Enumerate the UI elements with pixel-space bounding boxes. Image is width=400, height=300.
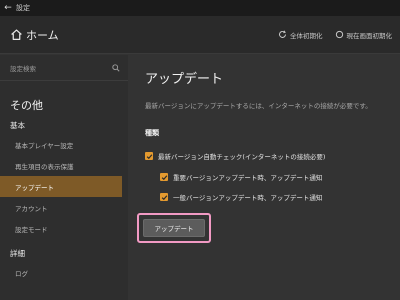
main-panel: アップデート 最新バージョンにアップデートするには、インターネットの接続が必要で… [128,55,400,300]
section-advanced: 詳細 [10,249,25,258]
option-important-update-label: 重要バージョンアップデート時、アップデート通知 [173,174,323,182]
option-general-update-label: 一般バージョンアップデート時、アップデート通知 [173,194,323,202]
page-title: アップデート [145,72,224,87]
option-auto-check[interactable]: 最新バージョン自動チェック(インターネットの接続必要) [145,151,325,161]
home-label: ホーム [26,28,59,42]
header: ホーム 全体初期化 現在画面初期化 [0,16,400,54]
sidebar-item-account[interactable]: アカウント [0,197,128,218]
reset-screen-label: 現在画面初期化 [346,31,393,40]
sidebar-item-basic-player[interactable]: 基本プレイヤー設定 [0,134,128,155]
window-title: 設定 [16,4,30,12]
sidebar: 設定検索 その他 基本 基本プレイヤー設定 再生項目の表示保護 アップデート ア… [0,55,128,300]
checkmark-icon [146,153,152,159]
sidebar-title: その他 [10,99,43,112]
title-bar: ← 設定 [0,0,400,16]
option-general-update[interactable]: 一般バージョンアップデート時、アップデート通知 [160,192,322,202]
checkbox-important-update[interactable] [160,173,168,181]
search-placeholder: 設定検索 [10,64,36,73]
sidebar-item-log[interactable]: ログ [0,262,128,283]
refresh-icon [279,30,286,38]
checkbox-auto-check[interactable] [145,152,153,160]
header-actions: 全体初期化 現在画面初期化 [266,30,392,40]
checkmark-icon [161,174,167,180]
sidebar-item-playback-protection[interactable]: 再生項目の表示保護 [0,155,128,176]
search-icon[interactable] [112,63,120,72]
sidebar-item-settings-mode[interactable]: 設定モード [0,218,128,239]
settings-search[interactable]: 設定検索 [0,55,128,81]
home-icon [11,29,22,40]
update-button[interactable]: アップデート [143,219,205,237]
update-description: 最新バージョンにアップデートするには、インターネットの接続が必要です。 [145,102,372,110]
circle-reset-icon [335,30,343,39]
reset-all-button[interactable]: 全体初期化 [278,30,323,40]
reset-all-label: 全体初期化 [290,31,323,40]
section-basic: 基本 [10,121,25,130]
sidebar-item-update[interactable]: アップデート [0,176,122,197]
section-kind-label: 種類 [145,129,159,137]
checkmark-icon [161,194,167,200]
update-button-highlight: アップデート [137,213,211,243]
back-arrow-icon[interactable]: ← [0,3,16,13]
checkbox-general-update[interactable] [160,193,168,201]
home-link[interactable]: ホーム [10,27,59,43]
option-important-update[interactable]: 重要バージョンアップデート時、アップデート通知 [160,172,322,182]
option-auto-check-label: 最新バージョン自動チェック(インターネットの接続必要) [158,153,326,161]
reset-screen-button[interactable]: 現在画面初期化 [335,30,393,40]
